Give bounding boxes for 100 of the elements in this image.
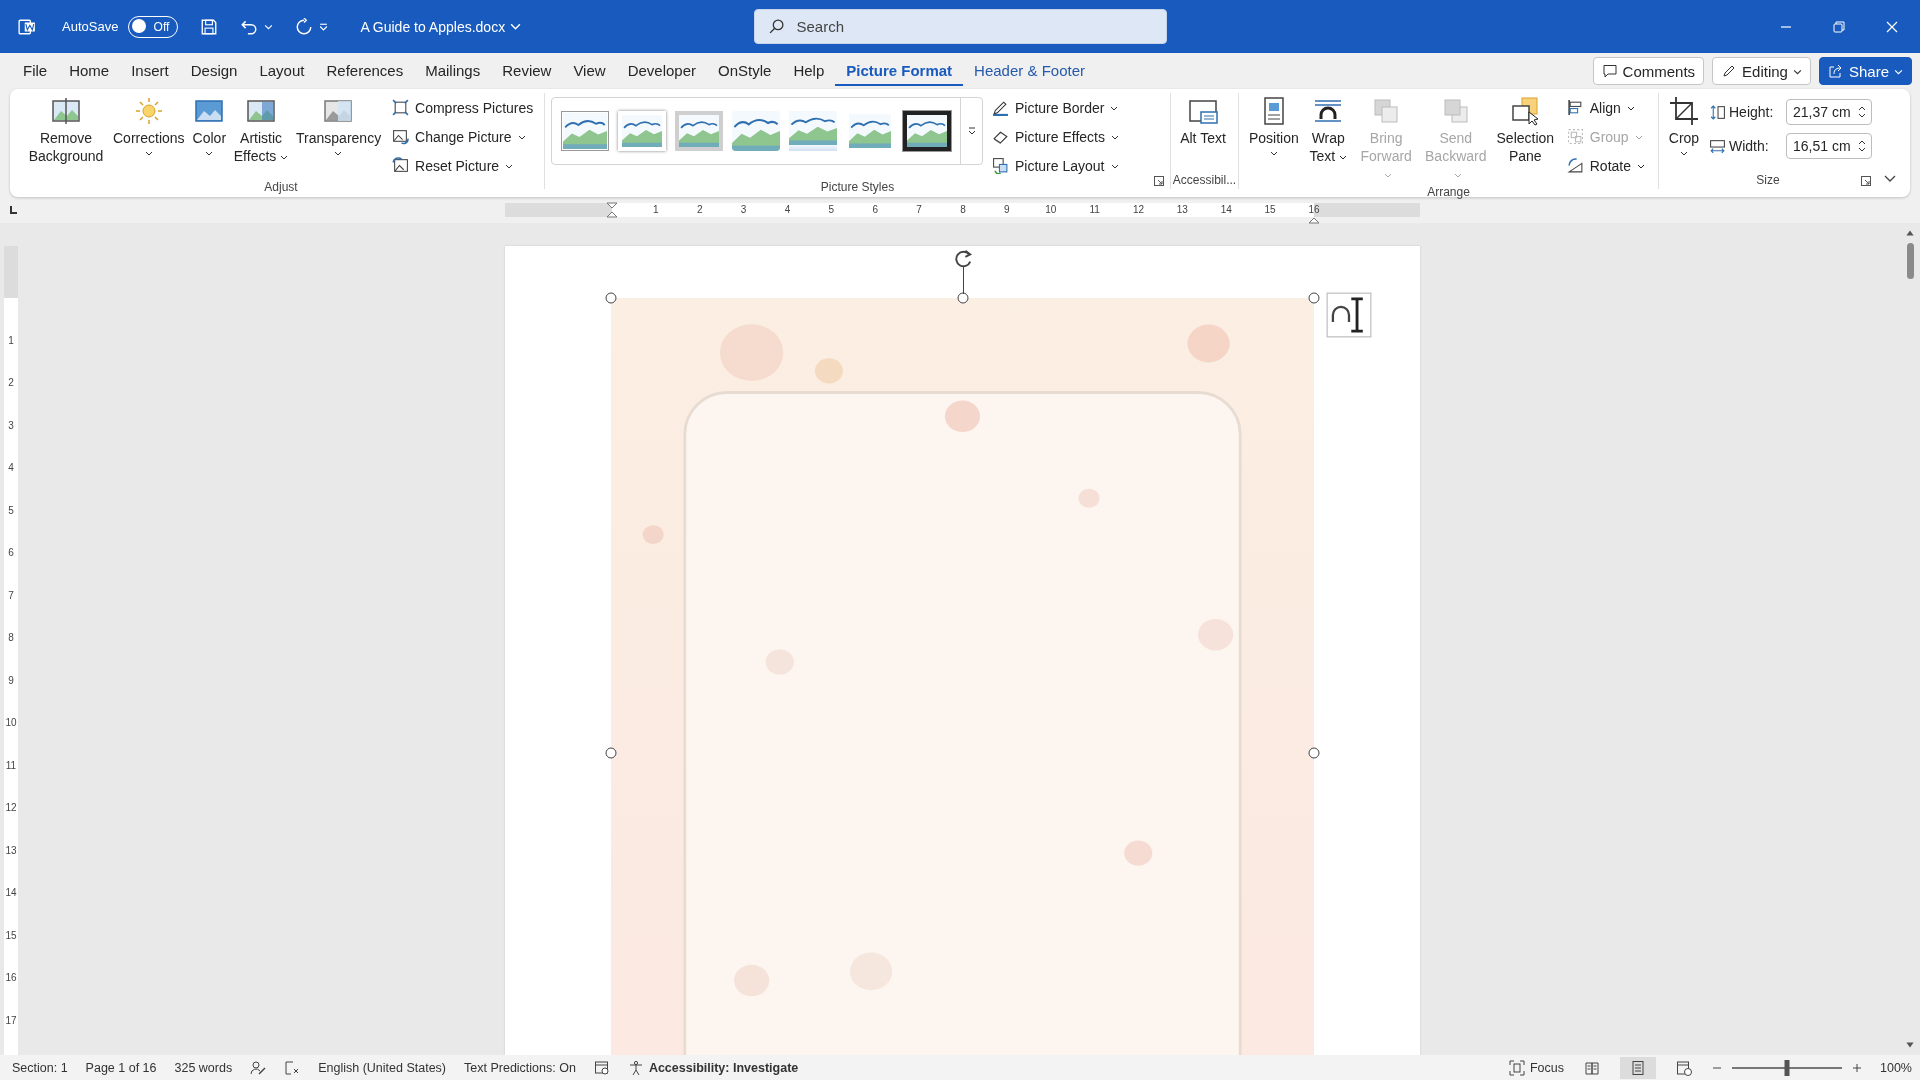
ribbon-tab[interactable]: Picture Format: [835, 56, 964, 86]
zoom-slider-thumb[interactable]: [1784, 1059, 1790, 1076]
ribbon-tab[interactable]: Help: [782, 56, 836, 86]
comment-icon: [1601, 63, 1618, 79]
ruler-number: 13: [1176, 204, 1188, 216]
page-count[interactable]: Page 1 of 16: [85, 1060, 157, 1075]
spinner-icon[interactable]: [1858, 139, 1866, 153]
ruler-margin: [4, 246, 18, 298]
size-field[interactable]: 21,37 cm: [1786, 99, 1872, 125]
ribbon-button[interactable]: Artistic Effects: [231, 93, 292, 180]
read-mode-icon: [1584, 1059, 1600, 1076]
ribbon-command[interactable]: Picture Layout: [989, 153, 1122, 178]
style-thumbnail[interactable]: [846, 111, 894, 151]
style-thumbnail[interactable]: [561, 111, 609, 151]
style-thumbnail[interactable]: [618, 111, 666, 151]
share-button[interactable]: Share: [1818, 57, 1912, 85]
redo-icon[interactable]: [295, 17, 314, 36]
ribbon-button[interactable]: Wrap Text: [1304, 93, 1352, 185]
view-button[interactable]: [1620, 1056, 1656, 1079]
ribbon-button[interactable]: Remove Background: [24, 93, 108, 180]
ribbon-tab[interactable]: Home: [58, 56, 121, 86]
ruler-number: 6: [8, 547, 14, 559]
field-label: Width:: [1729, 138, 1770, 154]
resize-handle[interactable]: [605, 292, 617, 304]
app-icon[interactable]: [18, 17, 36, 36]
vertical-ruler[interactable]: 1 2 3 4 5 6 7 8 9 10 11 12 13 14 15 16 17: [4, 246, 18, 1055]
section-indicator[interactable]: Section: 1: [12, 1060, 68, 1075]
scroll-thumb[interactable]: [1906, 243, 1914, 279]
indent-marker-icon[interactable]: [606, 200, 618, 220]
pen-icon: [992, 99, 1009, 116]
resize-handle[interactable]: [1308, 292, 1320, 304]
size-field[interactable]: 16,51 cm: [1786, 133, 1872, 159]
style-thumbnail[interactable]: [732, 111, 780, 151]
caret-icon[interactable]: [264, 22, 274, 31]
style-thumbnail[interactable]: [789, 111, 837, 151]
resize-handle[interactable]: [1308, 747, 1320, 759]
search-field[interactable]: Search: [753, 9, 1167, 44]
track-changes-icon[interactable]: [284, 1059, 301, 1076]
text-predictions-status[interactable]: Text Predictions: On: [464, 1060, 576, 1075]
style-thumbnail[interactable]: [903, 111, 951, 151]
editing-button[interactable]: Editing: [1712, 57, 1811, 85]
ribbon-button[interactable]: Selection Pane: [1492, 93, 1558, 185]
ribbon-tab[interactable]: References: [315, 56, 415, 86]
ribbon-button[interactable]: Position: [1245, 93, 1303, 185]
ribbon-tab[interactable]: Review: [491, 56, 563, 86]
save-icon[interactable]: [200, 17, 219, 36]
ruler-number: 2: [696, 204, 703, 216]
document-title[interactable]: A Guide to Apples.docx: [360, 18, 522, 35]
ribbon-tab[interactable]: Header & Footer: [963, 56, 1096, 86]
dialog-launcher-icon[interactable]: [1154, 176, 1164, 186]
ribbon-tab[interactable]: Design: [179, 56, 249, 86]
dialog-launcher-icon[interactable]: [1861, 176, 1871, 186]
zoom-in-icon[interactable]: [1852, 1062, 1862, 1073]
ruler-number: 7: [8, 589, 14, 602]
ribbon-tab[interactable]: OnStyle: [707, 56, 783, 86]
ribbon-command[interactable]: Picture Border: [989, 95, 1122, 120]
ruler-number: 6: [872, 204, 879, 216]
customize-icon[interactable]: [319, 22, 329, 31]
restore-icon[interactable]: [1831, 18, 1847, 35]
ruler-number: 9: [8, 674, 14, 687]
ribbon-command[interactable]: Reset Picture: [389, 153, 537, 178]
ruler-number: 2: [8, 377, 14, 389]
accessibility-status[interactable]: Accessibility: Investigate: [627, 1059, 799, 1076]
picture-icon: [50, 95, 82, 127]
ruler-number: 10: [1045, 204, 1057, 216]
ribbon-tab[interactable]: Mailings: [414, 56, 492, 86]
collapse-ribbon-icon[interactable]: [1884, 175, 1896, 183]
ribbon-command[interactable]: Align: [1563, 95, 1648, 120]
language-indicator[interactable]: English (United States): [318, 1060, 447, 1075]
spinner-icon[interactable]: [1858, 105, 1866, 119]
ribbon-tab[interactable]: Insert: [120, 56, 180, 86]
ribbon-command[interactable]: Compress Pictures: [389, 95, 537, 120]
alt-text-button[interactable]: Alt Text: [1177, 93, 1229, 173]
ruler-number: 5: [828, 204, 835, 216]
ruler-number: 12: [5, 802, 17, 814]
resize-handle[interactable]: [957, 292, 968, 304]
zoom-level[interactable]: 100%: [1880, 1060, 1912, 1075]
caret-icon: [510, 21, 522, 32]
ribbon-tab[interactable]: Layout: [248, 56, 316, 86]
ribbon-command[interactable]: Change Picture: [389, 124, 537, 149]
comments-button[interactable]: Comments: [1592, 57, 1705, 85]
ribbon-button[interactable]: Corrections: [110, 93, 188, 180]
ribbon-tab[interactable]: File: [12, 56, 59, 86]
proofing-icon[interactable]: [250, 1059, 267, 1076]
ribbon-tab[interactable]: View: [562, 56, 617, 86]
word-count[interactable]: 325 words: [174, 1060, 233, 1075]
ribbon-button[interactable]: Transparency: [293, 93, 384, 180]
tab-stop-icon[interactable]: [8, 205, 18, 215]
crop-button[interactable]: Crop: [1665, 93, 1703, 173]
style-thumbnail[interactable]: [675, 111, 723, 151]
ribbon-command[interactable]: Rotate: [1563, 153, 1648, 178]
ribbon-command[interactable]: Picture Effects: [989, 124, 1122, 149]
focus-button[interactable]: Focus: [1508, 1059, 1564, 1076]
web-layout-icon: [1676, 1059, 1692, 1076]
resize-handle[interactable]: [605, 747, 617, 759]
layout-options-icon[interactable]: [1326, 292, 1372, 338]
ribbon-button[interactable]: Color: [189, 93, 230, 180]
landscape-icon: [732, 111, 780, 151]
ribbon-tab[interactable]: Developer: [616, 56, 707, 86]
display-settings-icon[interactable]: [593, 1059, 610, 1076]
